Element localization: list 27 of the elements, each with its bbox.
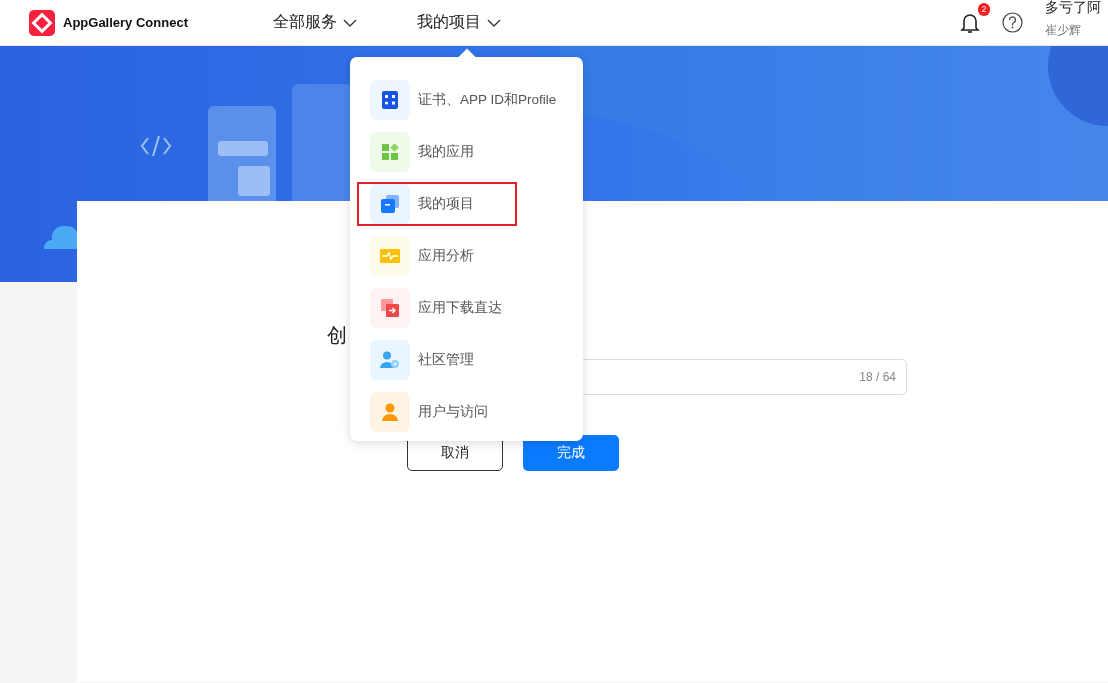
done-button[interactable]: 完成	[523, 435, 619, 471]
logo-icon	[29, 9, 55, 36]
account-name: 崔少辉	[1045, 21, 1082, 39]
form-title: 创	[327, 323, 348, 348]
bell-icon[interactable]	[960, 11, 980, 34]
layers-icon	[381, 195, 399, 213]
notification-badge: 2	[978, 2, 990, 16]
logo-text[interactable]: AppGallery Connect	[63, 15, 188, 30]
user-icon	[381, 403, 399, 421]
user-gear-icon	[380, 351, 400, 369]
code-icon	[140, 135, 172, 157]
help-icon[interactable]	[1002, 12, 1023, 33]
nav-menu[interactable]: 我的项目	[417, 12, 561, 33]
arrow-box-icon	[381, 299, 399, 317]
chevron-down-icon	[343, 18, 357, 27]
menu-item[interactable]: 我的项目	[350, 178, 583, 230]
menu-item[interactable]: 证书、APP ID和Profile	[350, 74, 583, 126]
user-name[interactable]: 多亏了阿	[1045, 0, 1108, 17]
nav-menu[interactable]: 全部服务	[273, 12, 417, 33]
menu-item[interactable]: 应用下载直达	[350, 282, 583, 334]
chevron-down-icon	[487, 18, 501, 27]
character-counter: 18 / 64	[859, 370, 896, 384]
pulse-chart-icon	[380, 249, 400, 263]
apps-icon	[381, 143, 399, 161]
cloud-icon	[44, 225, 79, 249]
menu-item[interactable]: 我的应用	[350, 126, 583, 178]
menu-item[interactable]: 应用分析	[350, 230, 583, 282]
